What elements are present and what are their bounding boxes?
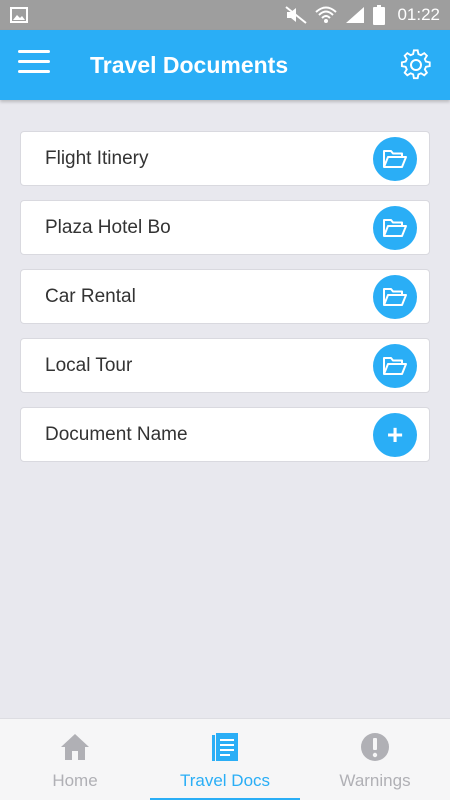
gear-icon[interactable] (400, 49, 432, 81)
document-card (20, 269, 430, 324)
document-name-field[interactable] (45, 353, 171, 379)
warning-icon (361, 733, 389, 761)
nav-label-warnings: Warnings (339, 771, 411, 790)
folder-open-icon (383, 288, 407, 306)
document-name-field[interactable] (45, 215, 171, 241)
document-card (20, 131, 430, 186)
document-name-input[interactable] (45, 422, 365, 448)
page-title: Travel Documents (90, 52, 289, 78)
gallery-icon (10, 7, 28, 23)
home-icon (61, 734, 89, 760)
folder-open-icon (383, 150, 407, 168)
status-bar: 01:22 (0, 0, 450, 30)
folder-open-icon (383, 219, 407, 237)
nav-label-home: Home (52, 771, 98, 790)
hamburger-menu-icon[interactable] (18, 50, 50, 80)
nav-item-travel-docs[interactable]: Travel Docs (150, 719, 300, 800)
folder-open-icon (383, 357, 407, 375)
signal-icon (346, 7, 365, 23)
nav-label-travel-docs: Travel Docs (179, 771, 271, 790)
document-list: + (20, 131, 430, 476)
plus-icon: + (386, 419, 404, 450)
mute-icon (285, 6, 308, 24)
app-bar: Travel Documents (0, 30, 450, 100)
nav-item-warnings[interactable]: Warnings (300, 719, 450, 800)
document-name-field[interactable] (45, 284, 171, 310)
new-document-card: + (20, 407, 430, 462)
open-folder-button[interactable] (373, 344, 417, 388)
open-folder-button[interactable] (373, 137, 417, 181)
document-card (20, 338, 430, 393)
document-card (20, 200, 430, 255)
wifi-icon (315, 6, 338, 23)
nav-item-home[interactable]: Home (0, 719, 150, 800)
open-folder-button[interactable] (373, 206, 417, 250)
battery-icon (373, 5, 386, 25)
document-name-field[interactable] (45, 146, 171, 172)
bottom-nav: Home Travel Docs Warnings (0, 718, 450, 800)
open-folder-button[interactable] (373, 275, 417, 319)
status-time: 01:22 (397, 5, 440, 24)
document-icon (212, 733, 238, 761)
add-document-button[interactable]: + (373, 413, 417, 457)
